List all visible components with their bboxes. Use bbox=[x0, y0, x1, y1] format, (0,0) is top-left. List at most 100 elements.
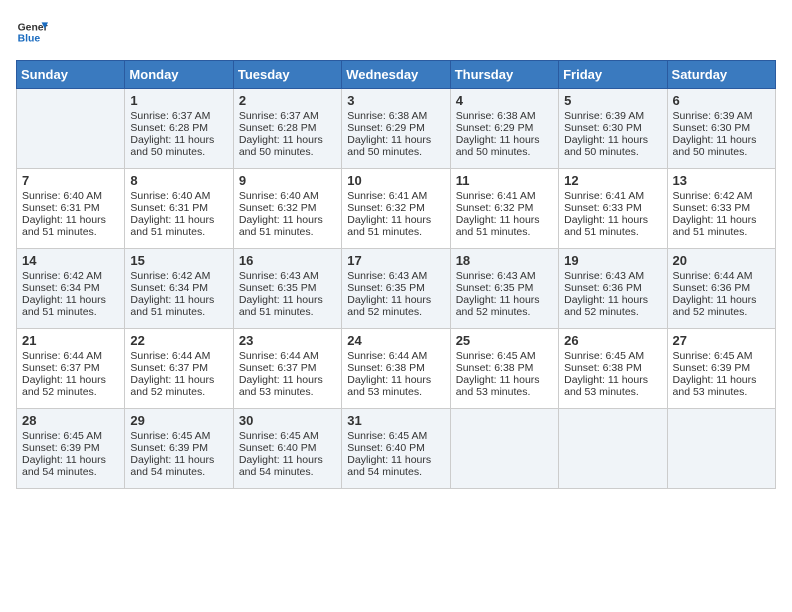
sunset-text: Sunset: 6:32 PM bbox=[239, 202, 336, 214]
sunrise-text: Sunrise: 6:43 AM bbox=[347, 270, 444, 282]
col-header-wednesday: Wednesday bbox=[342, 61, 450, 89]
sunrise-text: Sunrise: 6:37 AM bbox=[130, 110, 227, 122]
calendar-cell: 17Sunrise: 6:43 AMSunset: 6:35 PMDayligh… bbox=[342, 249, 450, 329]
sunrise-text: Sunrise: 6:39 AM bbox=[673, 110, 770, 122]
sunrise-text: Sunrise: 6:42 AM bbox=[22, 270, 119, 282]
day-number: 17 bbox=[347, 253, 444, 268]
day-number: 6 bbox=[673, 93, 770, 108]
col-header-saturday: Saturday bbox=[667, 61, 775, 89]
sunrise-text: Sunrise: 6:45 AM bbox=[347, 430, 444, 442]
sunrise-text: Sunrise: 6:42 AM bbox=[673, 190, 770, 202]
sunrise-text: Sunrise: 6:41 AM bbox=[456, 190, 553, 202]
calendar-week-row: 28Sunrise: 6:45 AMSunset: 6:39 PMDayligh… bbox=[17, 409, 776, 489]
day-number: 27 bbox=[673, 333, 770, 348]
calendar-cell: 31Sunrise: 6:45 AMSunset: 6:40 PMDayligh… bbox=[342, 409, 450, 489]
sunrise-text: Sunrise: 6:40 AM bbox=[130, 190, 227, 202]
day-number: 11 bbox=[456, 173, 553, 188]
calendar-cell: 23Sunrise: 6:44 AMSunset: 6:37 PMDayligh… bbox=[233, 329, 341, 409]
daylight-text: Daylight: 11 hours and 50 minutes. bbox=[456, 134, 553, 158]
calendar-cell: 11 Sunrise: 6:41 AMSunset: 6:32 PMDayligh… bbox=[450, 169, 558, 249]
daylight-text: Daylight: 11 hours and 53 minutes. bbox=[673, 374, 770, 398]
sunset-text: Sunset: 6:40 PM bbox=[347, 442, 444, 454]
calendar-cell: 19Sunrise: 6:43 AMSunset: 6:36 PMDayligh… bbox=[559, 249, 667, 329]
day-number: 22 bbox=[130, 333, 227, 348]
sunrise-text: Sunrise: 6:44 AM bbox=[22, 350, 119, 362]
daylight-text: Daylight: 11 hours and 51 minutes. bbox=[456, 214, 553, 238]
calendar-cell: 16 Sunrise: 6:43 AMSunset: 6:35 PMDayligh… bbox=[233, 249, 341, 329]
sunrise-text: Sunrise: 6:43 AM bbox=[564, 270, 661, 282]
sunset-text: Sunset: 6:30 PM bbox=[564, 122, 661, 134]
sunset-text: Sunset: 6:35 PM bbox=[456, 282, 553, 294]
sunset-text: Sunset: 6:38 PM bbox=[347, 362, 444, 374]
calendar-cell: 20Sunrise: 6:44 AMSunset: 6:36 PMDayligh… bbox=[667, 249, 775, 329]
calendar-week-row: 1 Sunrise: 6:37 AMSunset: 6:28 PM Daylight… bbox=[17, 89, 776, 169]
calendar-cell: 13Sunrise: 6:42 AMSunset: 6:33 PMDayligh… bbox=[667, 169, 775, 249]
sunset-text: Sunset: 6:37 PM bbox=[239, 362, 336, 374]
day-number: 23 bbox=[239, 333, 336, 348]
sunset-text: Sunset: 6:36 PM bbox=[564, 282, 661, 294]
calendar-cell: 8Sunrise: 6:40 AMSunset: 6:31 PMDaylight… bbox=[125, 169, 233, 249]
daylight-text: Daylight: 11 hours and 54 minutes. bbox=[130, 454, 227, 478]
calendar-cell: 18Sunrise: 6:43 AMSunset: 6:35 PMDayligh… bbox=[450, 249, 558, 329]
sunset-text: Sunset: 6:35 PM bbox=[239, 282, 336, 294]
sunrise-text: Sunrise: 6:43 AM bbox=[239, 270, 336, 282]
daylight-text: Daylight: 11 hours and 51 minutes. bbox=[673, 214, 770, 238]
calendar-cell: 28Sunrise: 6:45 AMSunset: 6:39 PMDayligh… bbox=[17, 409, 125, 489]
sunset-text: Sunset: 6:32 PM bbox=[347, 202, 444, 214]
day-number: 25 bbox=[456, 333, 553, 348]
calendar-cell: 14Sunrise: 6:42 AMSunset: 6:34 PMDayligh… bbox=[17, 249, 125, 329]
daylight-text: Daylight: 11 hours and 51 minutes. bbox=[22, 294, 119, 318]
col-header-friday: Friday bbox=[559, 61, 667, 89]
day-number: 1 bbox=[130, 93, 227, 108]
sunset-text: Sunset: 6:28 PM bbox=[130, 122, 227, 134]
col-header-sunday: Sunday bbox=[17, 61, 125, 89]
day-number: 31 bbox=[347, 413, 444, 428]
daylight-text: Daylight: 11 hours and 51 minutes. bbox=[239, 214, 336, 238]
calendar-week-row: 7Sunrise: 6:40 AMSunset: 6:31 PMDaylight… bbox=[17, 169, 776, 249]
sunset-text: Sunset: 6:30 PM bbox=[673, 122, 770, 134]
sunset-text: Sunset: 6:37 PM bbox=[22, 362, 119, 374]
calendar-week-row: 21Sunrise: 6:44 AMSunset: 6:37 PMDayligh… bbox=[17, 329, 776, 409]
calendar-cell: 30Sunrise: 6:45 AMSunset: 6:40 PMDayligh… bbox=[233, 409, 341, 489]
sunset-text: Sunset: 6:31 PM bbox=[22, 202, 119, 214]
day-number: 12 bbox=[564, 173, 661, 188]
sunset-text: Sunset: 6:36 PM bbox=[673, 282, 770, 294]
daylight-text: Daylight: 11 hours and 51 minutes. bbox=[22, 214, 119, 238]
day-number: 16 bbox=[239, 253, 336, 268]
calendar-cell bbox=[450, 409, 558, 489]
daylight-text: Daylight: 11 hours and 51 minutes. bbox=[239, 294, 336, 318]
sunset-text: Sunset: 6:32 PM bbox=[456, 202, 553, 214]
calendar-cell: 26Sunrise: 6:45 AMSunset: 6:38 PMDayligh… bbox=[559, 329, 667, 409]
day-number: 15 bbox=[130, 253, 227, 268]
daylight-text: Daylight: 11 hours and 53 minutes. bbox=[456, 374, 553, 398]
daylight-text: Daylight: 11 hours and 52 minutes. bbox=[22, 374, 119, 398]
calendar-cell: 12Sunrise: 6:41 AMSunset: 6:33 PMDayligh… bbox=[559, 169, 667, 249]
day-number: 5 bbox=[564, 93, 661, 108]
calendar-cell: 3Sunrise: 6:38 AMSunset: 6:29 PMDaylight… bbox=[342, 89, 450, 169]
calendar-header-row: SundayMondayTuesdayWednesdayThursdayFrid… bbox=[17, 61, 776, 89]
day-number: 30 bbox=[239, 413, 336, 428]
calendar-cell: 2Sunrise: 6:37 AMSunset: 6:28 PMDaylight… bbox=[233, 89, 341, 169]
daylight-text: Daylight: 11 hours and 51 minutes. bbox=[130, 214, 227, 238]
calendar-week-row: 14Sunrise: 6:42 AMSunset: 6:34 PMDayligh… bbox=[17, 249, 776, 329]
sunrise-text: Sunrise: 6:40 AM bbox=[239, 190, 336, 202]
day-number: 29 bbox=[130, 413, 227, 428]
sunset-text: Sunset: 6:29 PM bbox=[456, 122, 553, 134]
daylight-text: Daylight: 11 hours and 52 minutes. bbox=[456, 294, 553, 318]
day-number: 9 bbox=[239, 173, 336, 188]
daylight-text: Daylight: 11 hours and 52 minutes. bbox=[347, 294, 444, 318]
daylight-text: Daylight: 11 hours and 50 minutes. bbox=[239, 134, 336, 158]
col-header-monday: Monday bbox=[125, 61, 233, 89]
col-header-tuesday: Tuesday bbox=[233, 61, 341, 89]
day-number: 3 bbox=[347, 93, 444, 108]
day-number: 20 bbox=[673, 253, 770, 268]
day-number: 21 bbox=[22, 333, 119, 348]
day-number: 7 bbox=[22, 173, 119, 188]
calendar-cell: 10Sunrise: 6:41 AMSunset: 6:32 PMDayligh… bbox=[342, 169, 450, 249]
daylight-text: Daylight: 11 hours and 54 minutes. bbox=[22, 454, 119, 478]
calendar-cell bbox=[17, 89, 125, 169]
sunrise-text: Sunrise: 6:41 AM bbox=[347, 190, 444, 202]
calendar-cell: 6Sunrise: 6:39 AMSunset: 6:30 PMDaylight… bbox=[667, 89, 775, 169]
logo-icon: General Blue bbox=[16, 16, 48, 48]
daylight-text: Daylight: 11 hours and 51 minutes. bbox=[564, 214, 661, 238]
